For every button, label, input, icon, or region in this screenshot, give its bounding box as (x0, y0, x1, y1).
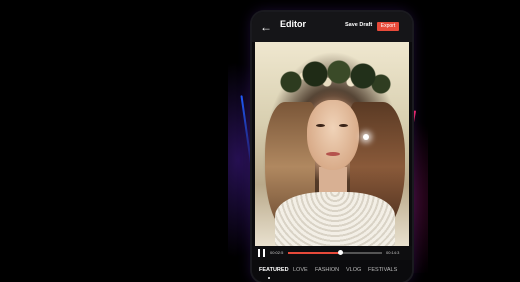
lips (326, 152, 340, 156)
video-preview[interactable] (255, 42, 409, 246)
playback-bar: 00:02:5 00:14:3 (252, 246, 412, 260)
active-tab-indicator (268, 277, 270, 279)
export-button[interactable]: Export (377, 22, 399, 31)
app-bar: ← Editor Save Draft Export (252, 12, 412, 42)
seek-track[interactable] (288, 250, 382, 255)
sparkle-effect (363, 134, 369, 140)
tab-vlog[interactable]: VLOG (346, 267, 361, 273)
lace-dress (275, 192, 395, 246)
face (307, 100, 359, 170)
tab-festivals[interactable]: FESTIVALS (368, 267, 397, 273)
pause-icon[interactable] (258, 249, 265, 257)
category-tabs: FEATURED LOVE FASHION VLOG FESTIVALS (252, 262, 412, 282)
flower-crown (273, 60, 393, 100)
current-time: 00:02:5 (270, 250, 284, 255)
tab-featured[interactable]: FEATURED (259, 267, 289, 273)
total-time: 00:14:3 (386, 250, 400, 255)
eye-right (339, 124, 348, 127)
seek-progress (288, 252, 340, 254)
seek-thumb[interactable] (337, 250, 343, 255)
tab-love[interactable]: LOVE (293, 267, 308, 273)
tab-fashion[interactable]: FASHION (315, 267, 339, 273)
phone-frame: ← Editor Save Draft Export 00:02:5 00:14… (252, 12, 412, 282)
save-draft-button[interactable]: Save Draft (345, 22, 372, 28)
eye-left (316, 124, 325, 127)
arrow-left-icon[interactable]: ← (260, 20, 272, 34)
page-title: Editor (280, 19, 306, 29)
